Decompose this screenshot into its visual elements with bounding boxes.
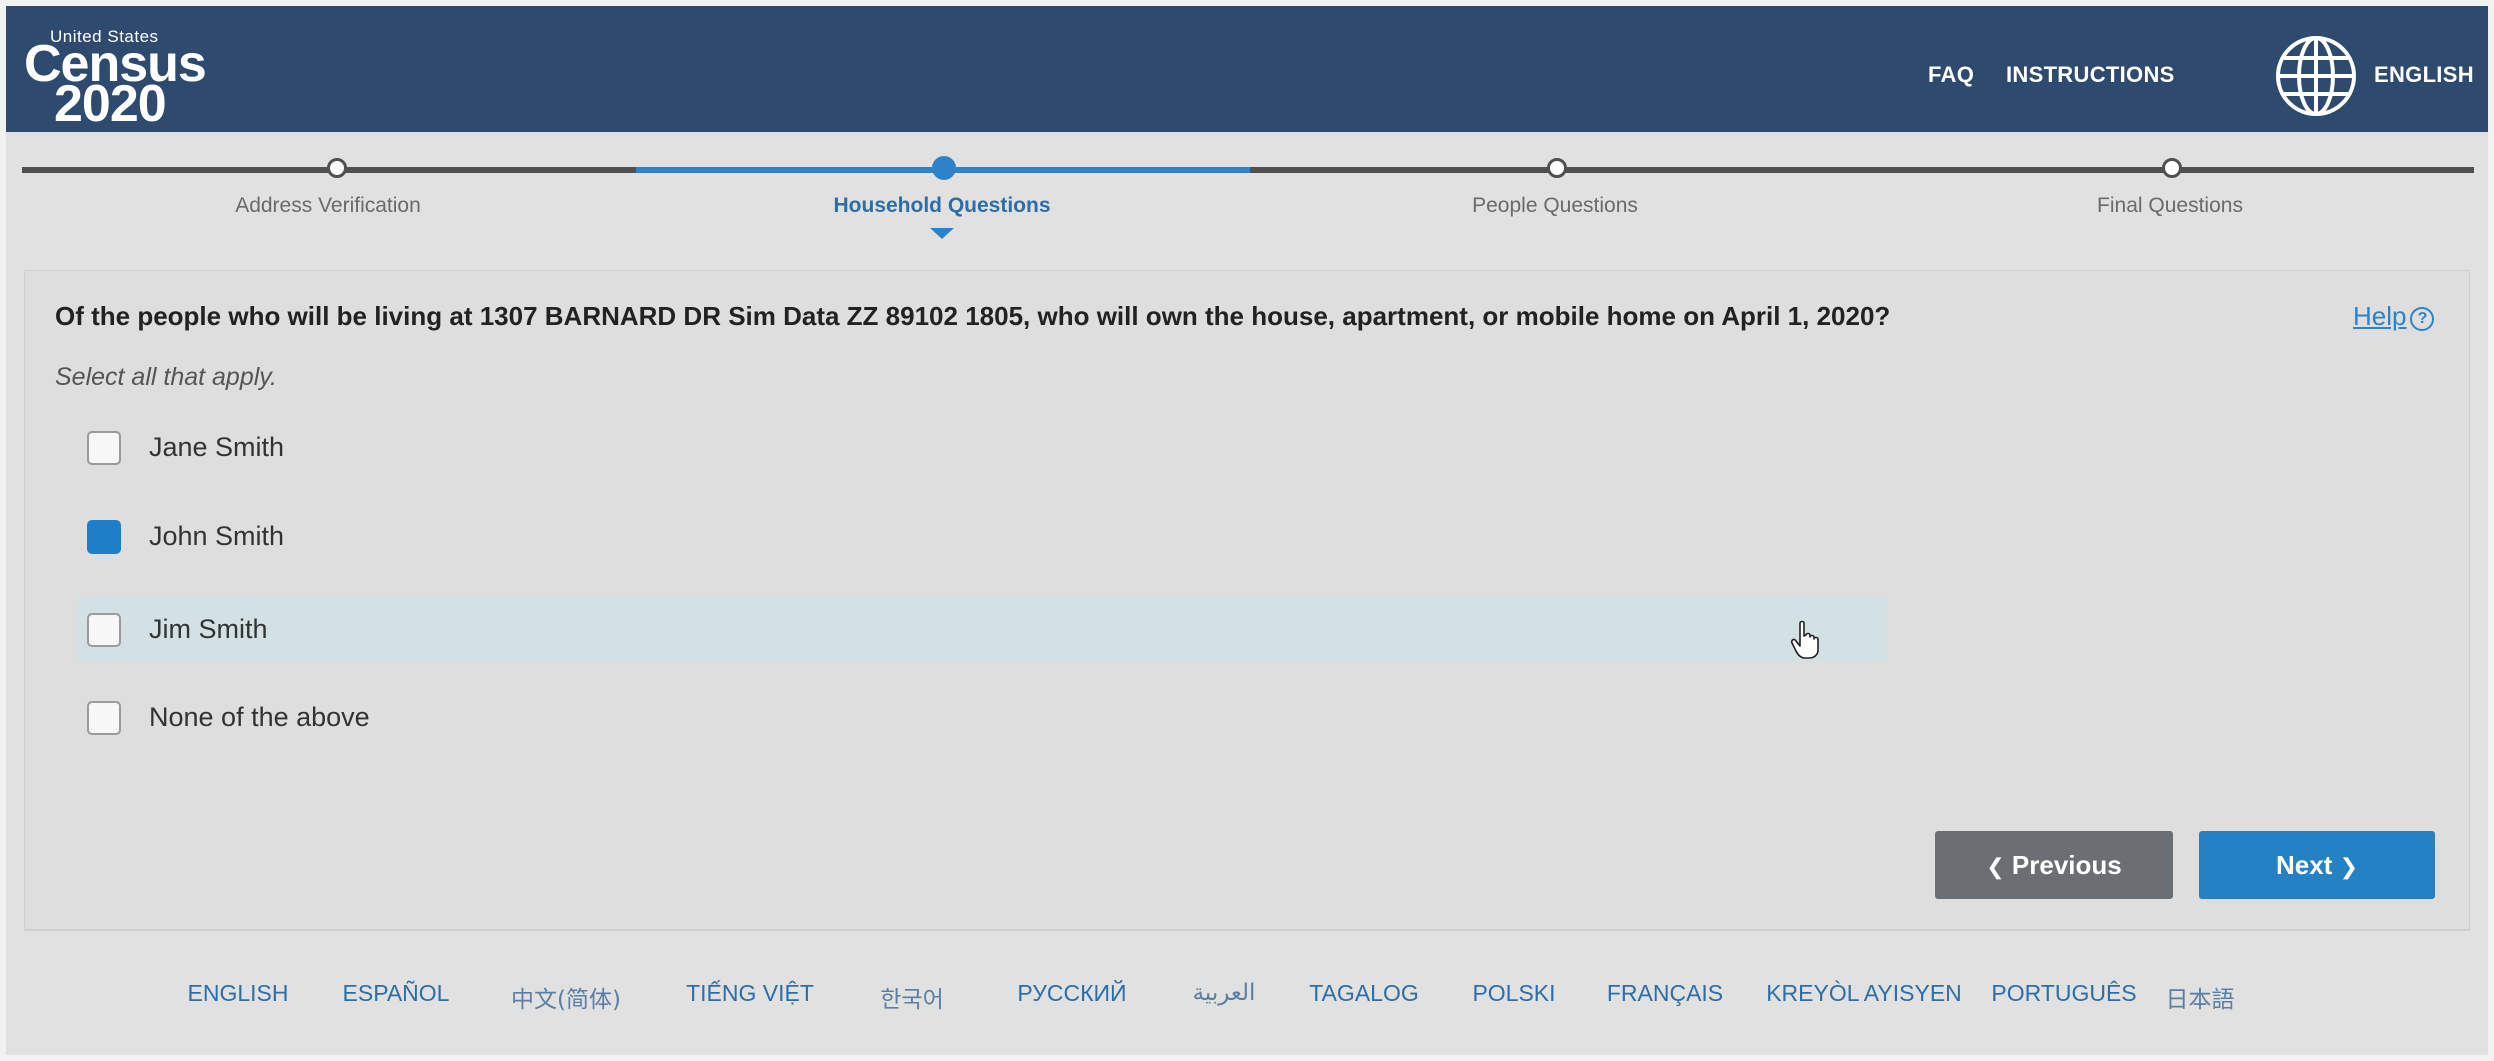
step-label-people-questions[interactable]: People Questions bbox=[1472, 194, 1638, 218]
next-label: Next bbox=[2275, 850, 2333, 880]
step-label-final-questions[interactable]: Final Questions bbox=[2097, 194, 2243, 218]
current-step-caret-icon bbox=[930, 228, 954, 239]
checkbox-john-smith[interactable] bbox=[87, 520, 121, 554]
language-link-espanol[interactable]: ESPAÑOL bbox=[343, 980, 450, 1007]
language-link[interactable]: ENGLISH bbox=[2374, 62, 2474, 88]
globe-icon[interactable] bbox=[2272, 32, 2360, 120]
help-question-icon: ? bbox=[2410, 307, 2435, 331]
option-none-of-the-above[interactable]: None of the above bbox=[77, 685, 1887, 749]
step-label-household-questions[interactable]: Household Questions bbox=[833, 194, 1050, 218]
option-label-jim-smith: Jim Smith bbox=[149, 614, 268, 644]
option-jim-smith[interactable]: Jim Smith bbox=[77, 597, 1887, 661]
site-header: United States Census 2020 FAQ INSTRUCTIO… bbox=[6, 6, 2488, 132]
checkbox-jim-smith[interactable] bbox=[87, 613, 121, 647]
next-button[interactable]: Next ❯ bbox=[2199, 831, 2435, 899]
language-link-korean[interactable]: 한국어 bbox=[880, 980, 943, 1014]
option-john-smith[interactable]: John Smith bbox=[77, 504, 1887, 568]
previous-button[interactable]: ❮ Previous bbox=[1935, 831, 2173, 899]
step-node-household-questions bbox=[932, 156, 956, 180]
language-link-tagalog[interactable]: TAGALOG bbox=[1309, 980, 1419, 1007]
step-label-address-verification[interactable]: Address Verification bbox=[235, 194, 421, 218]
checkbox-none-of-the-above[interactable] bbox=[87, 701, 121, 735]
question-panel: Of the people who will be living at 1307… bbox=[24, 270, 2470, 930]
chevron-right-icon: ❯ bbox=[2339, 854, 2359, 879]
instructions-link[interactable]: INSTRUCTIONS bbox=[2006, 62, 2175, 88]
step-node-final-questions bbox=[2162, 158, 2182, 178]
question-text: Of the people who will be living at 1307… bbox=[55, 301, 1891, 331]
language-link-chinese[interactable]: 中文(简体) bbox=[511, 980, 621, 1014]
footer-divider bbox=[24, 930, 2470, 931]
instruction-text: Select all that apply. bbox=[55, 363, 277, 391]
option-label-jane-smith: Jane Smith bbox=[149, 432, 285, 462]
language-link-francais[interactable]: FRANÇAIS bbox=[1607, 980, 1723, 1007]
language-link-kreyol[interactable]: KREYÒL AYISYEN bbox=[1766, 980, 1962, 1007]
checkbox-jane-smith[interactable] bbox=[87, 431, 121, 465]
step-node-address-verification bbox=[327, 158, 347, 178]
option-jane-smith[interactable]: Jane Smith bbox=[77, 415, 1887, 479]
language-link-english[interactable]: ENGLISH bbox=[188, 980, 289, 1007]
pointer-hand-icon bbox=[1791, 620, 1819, 659]
option-label-none-of-the-above: None of the above bbox=[149, 702, 370, 732]
language-link-polski[interactable]: POLSKI bbox=[1472, 980, 1555, 1007]
language-link-vietnamese[interactable]: TIẾNG VIỆT bbox=[686, 980, 814, 1007]
language-link-portugues[interactable]: PORTUGUÊS bbox=[1991, 980, 2136, 1007]
faq-link[interactable]: FAQ bbox=[1928, 62, 1974, 88]
help-link[interactable]: Help? bbox=[2353, 301, 2435, 332]
logo-line-3: 2020 bbox=[54, 75, 167, 133]
previous-label: Previous bbox=[2011, 850, 2122, 880]
language-link-russian[interactable]: РУССКИЙ bbox=[1017, 980, 1126, 1007]
language-link-japanese[interactable]: 日本語 bbox=[2166, 980, 2235, 1014]
progress-tracker: Address Verification Household Questions… bbox=[22, 150, 2474, 240]
chevron-left-icon: ❮ bbox=[1986, 854, 2005, 879]
help-label: Help bbox=[2353, 301, 2407, 331]
step-node-people-questions bbox=[1547, 158, 1567, 178]
option-label-john-smith: John Smith bbox=[149, 521, 285, 551]
language-link-arabic[interactable]: العربية bbox=[1193, 980, 1256, 1006]
